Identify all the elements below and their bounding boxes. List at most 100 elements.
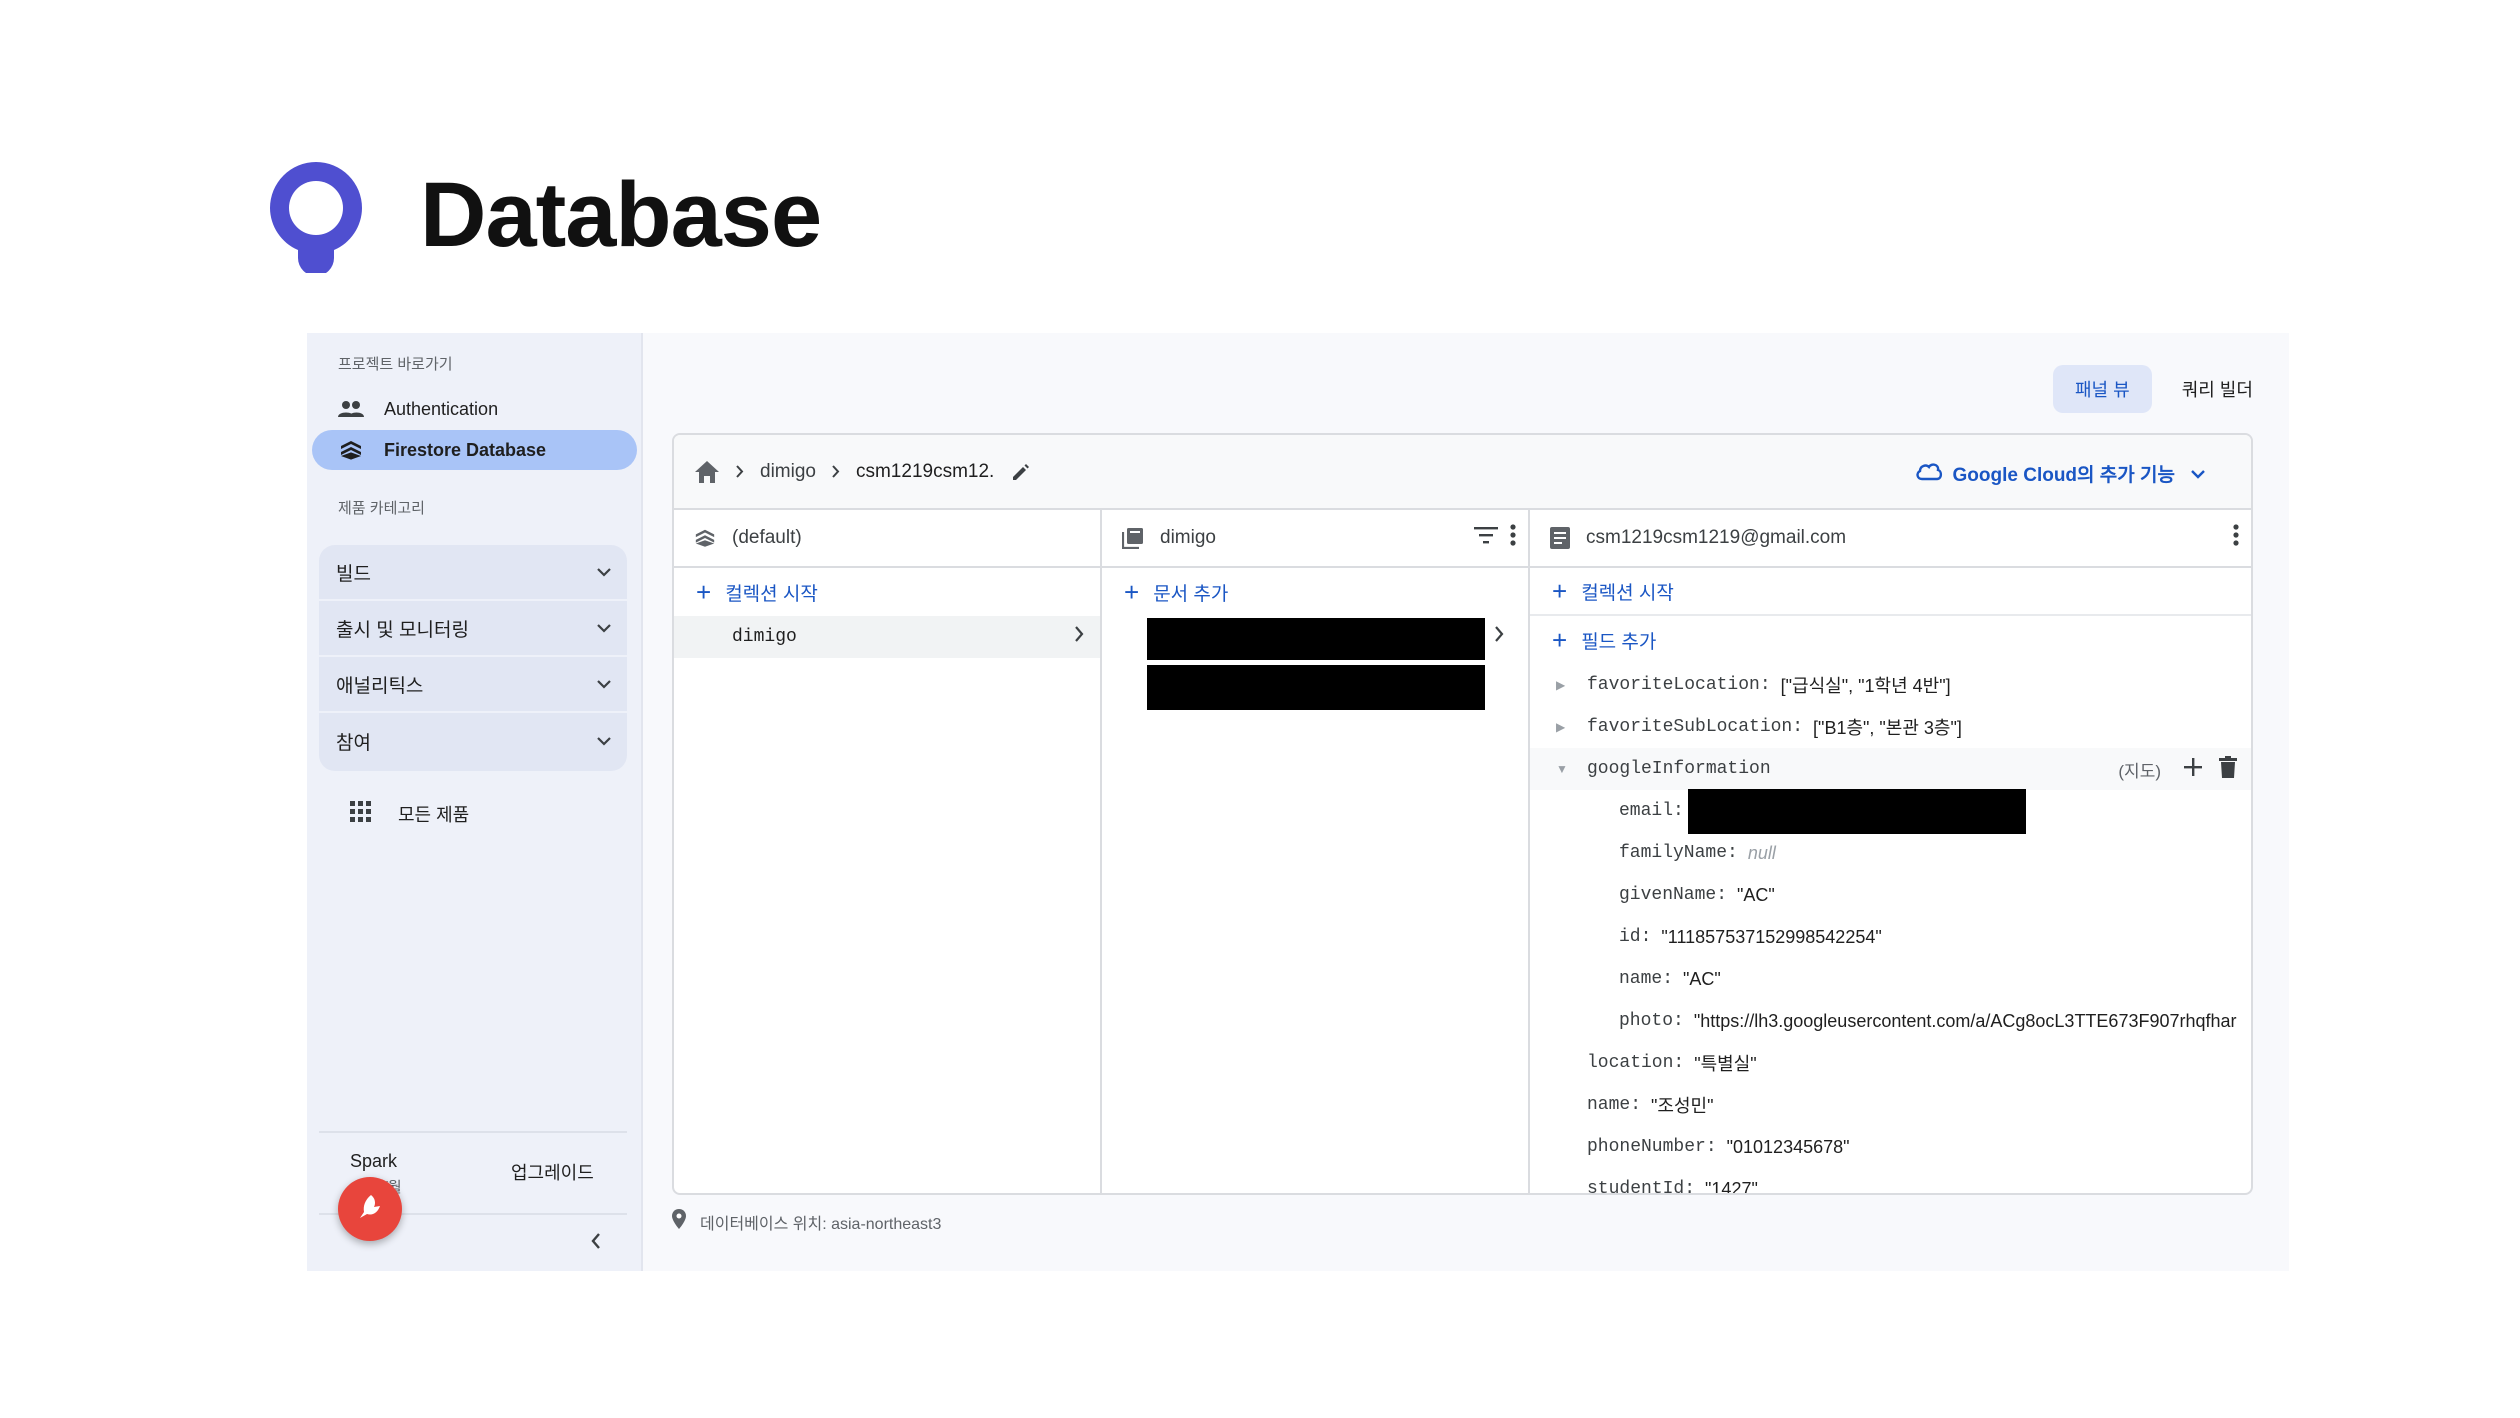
field-value: ["급식실", "1학년 4반"] [1780, 676, 1951, 696]
field-key: location: [1587, 1053, 1685, 1073]
expand-triangle-icon[interactable]: ▶ [1556, 720, 1565, 734]
field-value: "111857537152998542254" [1661, 926, 1882, 947]
location-pin-logo [266, 158, 366, 276]
collapse-sidebar-button[interactable] [581, 1228, 611, 1258]
column-tools [2233, 524, 2239, 552]
database-location: 데이터베이스 위치: asia-northeast3 [672, 1209, 941, 1234]
category-caption: 제품 카테고리 [338, 500, 425, 517]
field-row[interactable]: studentId: "1427" [1530, 1168, 2251, 1195]
sparkle-bird-icon [355, 1192, 385, 1227]
chevron-right-icon [1494, 626, 1504, 647]
all-products-link[interactable]: 모든 제품 [350, 801, 469, 827]
field-row[interactable]: ▶ favoriteLocation: ["급식실", "1학년 4반"] [1530, 664, 2251, 706]
breadcrumb-item[interactable]: csm1219csm12. [856, 461, 994, 483]
column-header: csm1219csm1219@gmail.com [1530, 510, 2251, 568]
field-value: "1427" [1705, 1178, 1758, 1195]
field-type: (지도) [2118, 762, 2161, 781]
field-value: null [1747, 842, 1776, 863]
plus-icon: + [1552, 625, 1568, 655]
document-icon [1550, 527, 1570, 549]
field-meta: (지도) [2118, 756, 2237, 783]
collection-column: dimigo + 문서 추가 [1102, 510, 1530, 1193]
collection-icon [1122, 527, 1144, 549]
plan-name: Spark [350, 1151, 398, 1171]
panel-view-button[interactable]: 패널 뷰 [2053, 365, 2152, 413]
assistant-fab-button[interactable] [338, 1177, 402, 1241]
field-row[interactable]: name: "조성민" [1530, 1084, 2251, 1126]
collection-row[interactable]: dimigo [674, 616, 1100, 658]
category-build[interactable]: 빌드 [319, 545, 627, 601]
column-title: csm1219csm1219@gmail.com [1586, 527, 1847, 548]
chevron-down-icon [597, 673, 611, 695]
firestore-icon [694, 527, 716, 549]
column-tools [1474, 524, 1516, 552]
category-label: 애널리틱스 [336, 675, 424, 697]
field-key: studentId: [1587, 1179, 1696, 1195]
shortcuts-caption: 프로젝트 바로가기 [338, 356, 453, 373]
google-cloud-link[interactable]: Google Cloud의 추가 기능 [1915, 460, 2206, 487]
document-column: csm1219csm1219@gmail.com + 컬렉션 시작 + 필드 추… [1530, 510, 2251, 1195]
breadcrumb-item[interactable]: dimigo [760, 461, 816, 483]
category-engage[interactable]: 참여 [319, 713, 627, 769]
query-builder-button[interactable]: 쿼리 빌더 [2160, 365, 2275, 413]
chevron-down-icon [597, 617, 611, 639]
add-field-plus-icon[interactable] [2183, 757, 2203, 782]
location-text: 데이터베이스 위치: asia-northeast3 [700, 1215, 942, 1233]
column-header: dimigo [1102, 510, 1528, 568]
more-vert-icon[interactable] [1510, 524, 1516, 552]
delete-trash-icon[interactable] [2219, 756, 2237, 783]
field-row[interactable]: phoneNumber: "01012345678" [1530, 1126, 2251, 1168]
sidebar-item-firestore-database[interactable]: Firestore Database [312, 430, 637, 470]
firebase-console-screenshot: 프로젝트 바로가기 Authentication Firestore Datab… [307, 333, 2289, 1271]
view-toggle: 패널 뷰 쿼리 빌더 [2053, 365, 2275, 413]
category-label: 출시 및 모니터링 [336, 619, 469, 641]
add-document-button[interactable]: + 문서 추가 [1102, 568, 1528, 616]
firestore-icon [338, 437, 364, 463]
chevron-right-icon [1074, 626, 1084, 648]
action-label: 컬렉션 시작 [1581, 582, 1674, 604]
filter-icon[interactable] [1474, 526, 1498, 550]
redacted-document-row[interactable] [1147, 665, 1485, 710]
start-collection-button[interactable]: + 컬렉션 시작 [1530, 568, 2251, 616]
field-value: "특별실" [1694, 1054, 1757, 1074]
location-pin-icon [672, 1209, 686, 1234]
chevron-down-icon [597, 561, 611, 583]
start-collection-button[interactable]: + 컬렉션 시작 [674, 568, 1100, 616]
field-row[interactable]: name: "AC" [1530, 958, 2251, 1000]
category-analytics[interactable]: 애널리틱스 [319, 657, 627, 713]
field-value: "조성민" [1651, 1096, 1714, 1116]
expand-triangle-icon[interactable]: ▶ [1556, 678, 1565, 692]
chevron-down-icon [597, 730, 611, 752]
redacted-document-row[interactable] [1147, 618, 1485, 660]
people-icon [338, 396, 364, 422]
add-field-button[interactable]: + 필드 추가 [1530, 616, 2251, 664]
field-key: email: [1619, 801, 1684, 821]
field-row[interactable]: ▶ favoriteSubLocation: ["B1층", "본관 3층"] [1530, 706, 2251, 748]
category-label: 참여 [336, 732, 371, 754]
more-vert-icon[interactable] [2233, 524, 2239, 552]
action-label: 문서 추가 [1153, 583, 1229, 605]
home-icon[interactable] [694, 460, 720, 484]
collapse-triangle-icon[interactable]: ▼ [1556, 762, 1568, 776]
all-products-label: 모든 제품 [398, 805, 470, 825]
field-row[interactable]: email: [1530, 788, 2251, 834]
upgrade-button[interactable]: 업그레이드 [511, 1159, 594, 1185]
field-row[interactable]: id: "111857537152998542254" [1530, 916, 2251, 958]
chevron-right-icon [832, 465, 840, 478]
cloud-icon [1915, 461, 1943, 487]
column-title: (default) [732, 527, 802, 548]
sidebar-item-authentication[interactable]: Authentication [312, 389, 637, 429]
apps-grid-icon [350, 801, 376, 827]
field-row[interactable]: givenName: "AC" [1530, 874, 2251, 916]
field-row[interactable]: location: "특별실" [1530, 1042, 2251, 1084]
collection-name: dimigo [732, 627, 797, 647]
field-row[interactable]: photo: "https://lh3.googleusercontent.co… [1530, 1000, 2251, 1042]
field-row-map[interactable]: ▼ googleInformation (지도) [1530, 748, 2251, 790]
field-row[interactable]: familyName: null [1530, 832, 2251, 874]
field-key: id: [1619, 927, 1652, 947]
edit-pencil-icon[interactable] [1010, 461, 1032, 483]
category-release-monitor[interactable]: 출시 및 모니터링 [319, 601, 627, 657]
field-value: "01012345678" [1726, 1136, 1850, 1157]
redacted-email-value [1687, 788, 2026, 834]
category-group: 빌드 출시 및 모니터링 애널리틱스 참여 [319, 545, 627, 771]
